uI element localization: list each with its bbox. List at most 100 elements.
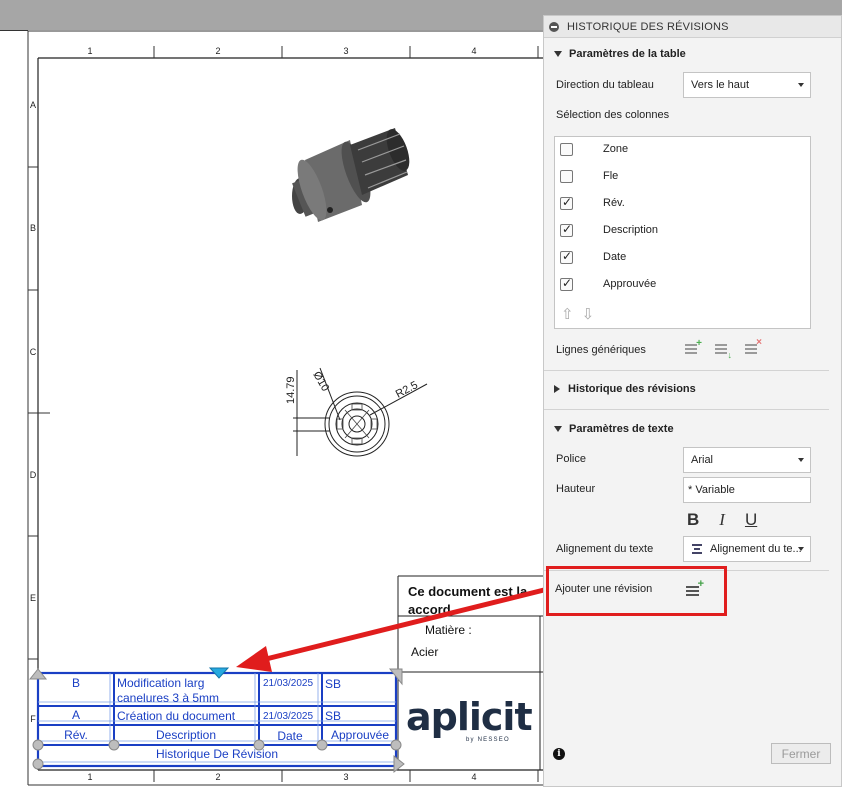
company-logo-sub: by NESSEO xyxy=(466,737,510,743)
col-number-top-1: 1 xyxy=(87,46,92,56)
header-approved: Approuvée xyxy=(331,728,389,742)
italic-button[interactable]: I xyxy=(719,510,725,530)
move-up-icon[interactable]: ⇧ xyxy=(561,305,574,323)
dim-radius: R2.5 xyxy=(394,379,420,401)
align-center-icon xyxy=(691,543,703,555)
column-row-description[interactable]: Description xyxy=(560,220,658,240)
col-number-top-4: 4 xyxy=(471,46,476,56)
column-row-rev[interactable]: Rév. xyxy=(560,193,625,213)
part-3d-view[interactable] xyxy=(292,126,414,223)
direction-dropdown[interactable]: Vers le haut xyxy=(683,72,811,98)
section-table-params-label: Paramètres de la table xyxy=(569,48,686,60)
font-dropdown[interactable]: Arial xyxy=(683,447,811,473)
columns-list: Zone Fle Rév. Description Date Approuvée xyxy=(554,136,811,329)
section-text-params-label: Paramètres de texte xyxy=(569,423,674,435)
column-label-approved: Approuvée xyxy=(603,278,657,290)
revision-history-panel: HISTORIQUE DES RÉVISIONS Paramètres de l… xyxy=(543,15,842,787)
columns-selection-label: Sélection des colonnes xyxy=(556,109,670,121)
rev-b-approved: SB xyxy=(325,677,341,691)
expanded-triangle-icon xyxy=(554,51,562,57)
header-date: Date xyxy=(277,729,303,743)
section-text-params[interactable]: Paramètres de texte xyxy=(554,423,674,435)
col-number-top-3: 3 xyxy=(343,46,348,56)
bold-button[interactable]: B xyxy=(687,510,699,530)
material-value: Acier xyxy=(411,645,438,659)
row-letter-f: F xyxy=(30,714,36,724)
section-revision-history-label: Historique des révisions xyxy=(568,383,696,395)
underline-button[interactable]: U xyxy=(745,510,757,530)
alignment-dropdown[interactable]: Alignement du te... xyxy=(683,536,811,562)
col-number-top-2: 2 xyxy=(215,46,220,56)
part-2d-view[interactable] xyxy=(293,367,428,457)
generic-rows-tools: + ↓ × xyxy=(684,337,762,360)
checkbox-fle[interactable] xyxy=(560,169,573,183)
checkbox-rev[interactable] xyxy=(560,195,573,210)
add-revision-icon[interactable]: + xyxy=(686,578,704,598)
dim-height: 14.79 xyxy=(285,376,297,404)
checkbox-zone[interactable] xyxy=(560,142,573,156)
rev-a-date: 21/03/2025 xyxy=(263,711,313,722)
rev-b-letter: B xyxy=(72,676,80,690)
table-grip-5[interactable] xyxy=(390,739,402,751)
caret-down-icon xyxy=(798,83,804,87)
checkbox-approved[interactable] xyxy=(560,276,573,291)
direction-label: Direction du tableau xyxy=(556,79,654,91)
column-label-fle: Fle xyxy=(603,170,619,182)
height-value: * Variable xyxy=(688,484,735,496)
checkbox-date[interactable] xyxy=(560,249,573,264)
info-icon[interactable]: i xyxy=(553,748,565,760)
table-grip-3[interactable] xyxy=(253,739,265,751)
height-input[interactable]: * Variable xyxy=(683,477,811,503)
column-row-approved[interactable]: Approuvée xyxy=(560,274,656,294)
column-row-fle[interactable]: Fle xyxy=(560,166,618,186)
generic-rows-label: Lignes génériques xyxy=(556,344,646,356)
reorder-arrows: ⇧ ⇩ xyxy=(561,305,594,323)
header-rev: Rév. xyxy=(64,728,88,742)
col-number-bottom-4: 4 xyxy=(471,772,476,782)
delete-row-icon[interactable]: × xyxy=(744,337,762,357)
panel-header: HISTORIQUE DES RÉVISIONS xyxy=(544,16,841,38)
column-label-date: Date xyxy=(603,251,627,263)
section-table-params[interactable]: Paramètres de la table xyxy=(554,48,686,60)
rev-b-date: 21/03/2025 xyxy=(263,678,313,689)
callout-arrow xyxy=(236,585,553,672)
add-row-icon[interactable]: + xyxy=(684,338,702,357)
revision-table[interactable]: B Modification larg canelures 3 à 5mm 21… xyxy=(28,667,405,774)
table-grip-6[interactable] xyxy=(32,758,44,770)
column-label-description: Description xyxy=(603,224,659,236)
row-letter-b: B xyxy=(30,223,36,233)
rev-b-desc-1: Modification larg xyxy=(117,676,204,690)
col-number-bottom-1: 1 xyxy=(87,772,92,782)
checkbox-description[interactable] xyxy=(560,222,573,237)
font-value: Arial xyxy=(691,454,714,466)
row-letter-a: A xyxy=(30,100,36,110)
rev-a-approved: SB xyxy=(325,709,341,723)
section-revision-history[interactable]: Historique des révisions xyxy=(554,383,696,395)
alignment-label: Alignement du texte xyxy=(556,543,654,555)
column-label-rev: Rév. xyxy=(603,197,625,209)
collapsed-triangle-icon xyxy=(554,385,560,393)
separator xyxy=(544,370,829,371)
column-row-zone[interactable]: Zone xyxy=(560,139,628,159)
add-revision-label: Ajouter une révision xyxy=(555,583,653,595)
table-grip-1[interactable] xyxy=(32,739,44,751)
table-grip-2[interactable] xyxy=(108,739,120,751)
insert-row-below-icon[interactable]: ↓ xyxy=(714,341,732,360)
expanded-triangle-icon xyxy=(554,426,562,432)
company-logo: aplicit xyxy=(406,695,532,739)
text-format-buttons: B I U xyxy=(687,510,757,530)
rev-b-desc-2: canelures 3 à 5mm xyxy=(117,691,219,705)
col-number-bottom-2: 2 xyxy=(215,772,220,782)
collapse-panel-icon[interactable] xyxy=(549,21,559,32)
move-down-icon[interactable]: ⇩ xyxy=(582,305,595,323)
caret-down-icon xyxy=(798,458,804,462)
row-letter-c: C xyxy=(30,347,37,357)
close-button[interactable]: Fermer xyxy=(771,743,831,764)
column-row-date[interactable]: Date xyxy=(560,247,626,267)
direction-value: Vers le haut xyxy=(691,79,750,91)
panel-title: HISTORIQUE DES RÉVISIONS xyxy=(567,20,729,33)
table-grip-4[interactable] xyxy=(316,739,328,751)
caret-down-icon xyxy=(798,547,804,551)
rev-a-desc-1: Création du document xyxy=(117,709,236,723)
row-letter-e: E xyxy=(30,593,36,603)
